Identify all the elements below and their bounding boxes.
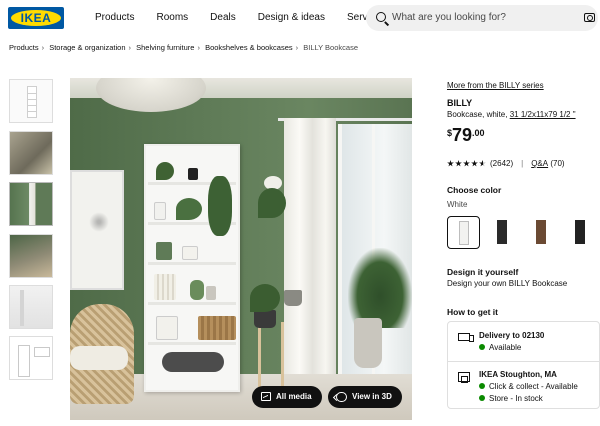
stand-plant: [250, 284, 280, 312]
small-pot: [284, 290, 302, 306]
divider: [448, 361, 600, 362]
chevron-right-icon: ›: [197, 43, 200, 52]
breadcrumb-bookshelves[interactable]: Bookshelves & bookcases: [205, 43, 293, 52]
truck-icon: [458, 333, 474, 342]
nav-deals[interactable]: Deals: [210, 12, 236, 23]
selected-color-name: White: [447, 200, 468, 209]
nav-design-ideas[interactable]: Design & ideas: [258, 12, 325, 23]
product-description-text: Bookcase, white,: [447, 110, 510, 119]
half-star-icon: [479, 160, 486, 167]
available-dot-icon: [479, 383, 485, 389]
main-nav: Products Rooms Deals Design & ideas Serv…: [95, 12, 407, 23]
store-stock-status: Store - In stock: [479, 394, 543, 403]
star-icon: [471, 160, 478, 167]
thumbnail-4[interactable]: [9, 234, 53, 278]
all-media-button[interactable]: All media: [252, 386, 322, 408]
color-swatch-brown[interactable]: [525, 216, 558, 249]
product-price: $79.00: [447, 125, 485, 146]
thumbnail-6[interactable]: [9, 336, 53, 380]
series-link[interactable]: More from the BILLY series: [447, 81, 544, 90]
chevron-right-icon: ›: [128, 43, 132, 52]
rating-row[interactable]: (2642) | Q&A (70): [447, 159, 565, 168]
image-gallery-icon: [261, 392, 271, 401]
rolled-mat: [162, 352, 224, 372]
color-swatch-dark[interactable]: [564, 216, 597, 249]
search-bar[interactable]: What are you looking for?: [366, 5, 598, 31]
color-swatch-black[interactable]: [486, 216, 519, 249]
floor-vase: [354, 318, 382, 368]
hanging-plant: [258, 162, 286, 222]
breadcrumb-storage[interactable]: Storage & organization: [49, 43, 125, 52]
product-description: Bookcase, white, 31 1/2x11x79 1/2 ": [447, 110, 576, 119]
bookcase-thumbnail-image: [27, 86, 37, 118]
color-swatch-white[interactable]: [447, 216, 480, 249]
thumbnail-5[interactable]: [9, 285, 53, 329]
fulfillment-box: Delivery to 02130 Available IKEA Stought…: [447, 321, 600, 409]
qa-link[interactable]: Q&A: [531, 159, 548, 168]
product-main-image[interactable]: All media View in 3D: [70, 78, 412, 420]
how-to-get-it-heading: How to get it: [447, 307, 498, 317]
breadcrumb-current: BILLY Bookcase: [303, 43, 358, 52]
site-header: IKEA Products Rooms Deals Design & ideas…: [0, 0, 600, 36]
thumbnail-3[interactable]: [9, 182, 53, 226]
ikea-logo[interactable]: IKEA: [8, 7, 64, 29]
divider: |: [521, 159, 524, 168]
stand-pot: [254, 310, 276, 328]
large-plant: [348, 248, 412, 328]
design-it-yourself-subtitle[interactable]: Design your own BILLY Bookcase: [447, 279, 567, 288]
wicker-basket: [198, 316, 236, 340]
in-stock-dot-icon: [479, 395, 485, 401]
wall-art: [70, 170, 124, 290]
search-input[interactable]: What are you looking for?: [392, 12, 506, 23]
plant-stand: [258, 322, 284, 396]
review-count[interactable]: (2642): [490, 159, 513, 168]
chevron-right-icon: ›: [41, 43, 45, 52]
curtain: [284, 118, 336, 388]
choose-color-heading: Choose color: [447, 185, 502, 195]
logo-text: IKEA: [20, 11, 52, 25]
available-dot-icon: [479, 344, 485, 350]
breadcrumb-shelving[interactable]: Shelving furniture: [136, 43, 194, 52]
chair-cushion: [70, 346, 128, 370]
search-icon: [376, 12, 386, 22]
nav-rooms[interactable]: Rooms: [156, 12, 188, 23]
view-in-3d-button[interactable]: View in 3D: [328, 386, 402, 408]
rotate-3d-icon: [336, 392, 347, 402]
delivery-title[interactable]: Delivery to 02130: [479, 331, 544, 340]
star-icon: [447, 160, 454, 167]
chevron-right-icon: ›: [295, 43, 299, 52]
camera-icon[interactable]: [584, 13, 595, 22]
price-currency: $: [447, 128, 453, 138]
rating-stars: [447, 160, 486, 167]
price-decimal: .00: [472, 128, 485, 138]
delivery-status: Available: [479, 343, 521, 352]
star-icon: [463, 160, 470, 167]
price-integer: 79: [452, 125, 473, 145]
all-media-label: All media: [276, 392, 312, 401]
design-it-yourself-heading[interactable]: Design it yourself: [447, 267, 518, 277]
thumbnail-1[interactable]: [9, 79, 53, 123]
click-collect-status: Click & collect - Available: [479, 382, 578, 391]
product-measurement-link[interactable]: 31 1/2x11x79 1/2 ": [510, 110, 576, 119]
thumbnail-2[interactable]: [9, 131, 53, 175]
qa-count: (70): [550, 159, 565, 168]
store-title[interactable]: IKEA Stoughton, MA: [479, 370, 557, 379]
star-icon: [455, 160, 462, 167]
breadcrumb-products[interactable]: Products: [9, 43, 39, 52]
nav-products[interactable]: Products: [95, 12, 134, 23]
breadcrumb: Products › Storage & organization › Shelvi…: [9, 43, 358, 52]
view-3d-label: View in 3D: [352, 392, 392, 401]
product-name: BILLY: [447, 98, 473, 108]
store-icon: [458, 372, 470, 383]
